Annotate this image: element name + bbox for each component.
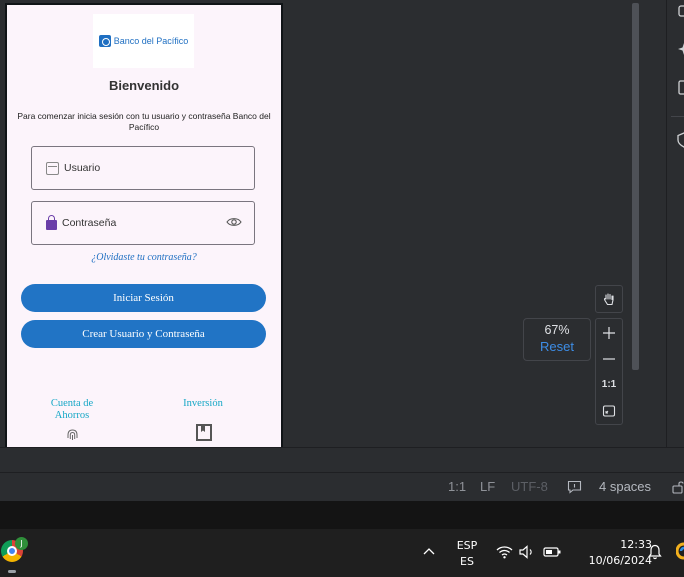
notification-bell-icon[interactable] bbox=[648, 544, 662, 560]
clock[interactable]: 12:33 10/06/2024 bbox=[572, 538, 652, 567]
document-icon[interactable] bbox=[677, 80, 684, 96]
bookmark-icon[interactable] bbox=[195, 423, 213, 441]
cursor-position[interactable]: 1:1 bbox=[448, 479, 466, 494]
fit-screen-button[interactable] bbox=[596, 398, 622, 423]
create-account-button[interactable]: Crear Usuario y Contraseña bbox=[21, 320, 266, 348]
volume-icon[interactable] bbox=[519, 545, 536, 559]
zoom-out-button[interactable] bbox=[596, 346, 622, 371]
bank-logo-mark bbox=[98, 35, 111, 47]
actual-size-button[interactable]: 1:1 bbox=[596, 372, 622, 397]
comment-icon[interactable] bbox=[567, 480, 582, 494]
zoom-level: 67% bbox=[544, 323, 570, 337]
active-app-indicator bbox=[8, 570, 16, 573]
password-placeholder: Contraseña bbox=[62, 217, 117, 229]
strip-divider bbox=[671, 116, 684, 117]
login-button[interactable]: Iniciar Sesión bbox=[21, 284, 266, 312]
hand-icon bbox=[603, 293, 614, 306]
zoom-in-button[interactable] bbox=[596, 320, 622, 345]
copilot-icon[interactable] bbox=[676, 542, 684, 560]
nav-savings-label: Cuenta de Ahorros bbox=[50, 398, 94, 421]
file-encoding[interactable]: UTF-8 bbox=[511, 479, 548, 494]
bank-logo-text: Banco del Pacífico bbox=[113, 36, 189, 46]
language-indicator[interactable]: ESP ES bbox=[451, 539, 483, 568]
password-field[interactable]: Contraseña bbox=[31, 201, 255, 245]
zoom-toolbar: 1:1 bbox=[595, 318, 623, 425]
bank-logo: Banco del Pacífico bbox=[93, 14, 194, 68]
forgot-password-link[interactable]: ¿Olvidaste tu contraseña? bbox=[7, 252, 281, 263]
sparkle-icon[interactable] bbox=[677, 42, 684, 56]
login-subtitle: Para comenzar inicia sesión con tu usuar… bbox=[17, 111, 271, 132]
nav-investment-label: Inversión bbox=[183, 398, 223, 409]
device-preview-frame: Banco del Pacífico Bienvenido Para comen… bbox=[5, 3, 283, 447]
unlock-icon[interactable] bbox=[672, 480, 684, 494]
line-ending[interactable]: LF bbox=[480, 479, 495, 494]
clock-date: 10/06/2024 bbox=[588, 554, 652, 567]
language-code: ESP bbox=[456, 539, 478, 552]
username-placeholder: Usuario bbox=[64, 162, 101, 174]
window-gap bbox=[0, 501, 684, 529]
ide-status-bar: 1:1 LF UTF-8 4 spaces bbox=[0, 472, 684, 501]
username-field[interactable]: Usuario bbox=[31, 146, 255, 190]
wifi-icon[interactable] bbox=[496, 545, 513, 559]
device-icon[interactable] bbox=[677, 4, 684, 18]
user-card-icon bbox=[46, 161, 59, 175]
app-screen: Banco del Pacífico Bienvenido Para comen… bbox=[7, 5, 281, 447]
indent-setting[interactable]: 4 spaces bbox=[599, 479, 651, 494]
panel-gap bbox=[0, 447, 684, 472]
chevron-up-icon[interactable] bbox=[423, 547, 435, 555]
battery-icon[interactable] bbox=[543, 546, 562, 558]
windows-taskbar: J ESP ES 12:33 10/06/2024 bbox=[0, 529, 684, 577]
keyboard-layout: ES bbox=[460, 555, 474, 568]
pan-tool-button[interactable] bbox=[595, 285, 623, 313]
clock-time: 12:33 bbox=[620, 538, 652, 551]
nav-investment[interactable]: Inversión bbox=[167, 398, 239, 410]
vertical-scrollbar[interactable] bbox=[632, 3, 639, 370]
right-tool-strip bbox=[666, 0, 684, 447]
show-password-eye-icon[interactable] bbox=[226, 216, 242, 228]
nav-savings-account[interactable]: Cuenta de Ahorros bbox=[37, 398, 107, 422]
zoom-indicator: 67% Reset bbox=[523, 318, 591, 361]
lock-icon bbox=[46, 215, 57, 230]
chrome-profile-badge: J bbox=[15, 537, 28, 550]
plus-icon bbox=[603, 326, 615, 339]
fit-screen-icon bbox=[602, 404, 616, 417]
shield-icon[interactable] bbox=[677, 132, 684, 148]
welcome-title: Bienvenido bbox=[108, 78, 180, 93]
screen-root: Banco del Pacífico Bienvenido Para comen… bbox=[0, 0, 684, 577]
fingerprint-icon[interactable] bbox=[66, 428, 79, 442]
zoom-reset-link[interactable]: Reset bbox=[524, 339, 590, 354]
minus-icon bbox=[603, 357, 615, 360]
